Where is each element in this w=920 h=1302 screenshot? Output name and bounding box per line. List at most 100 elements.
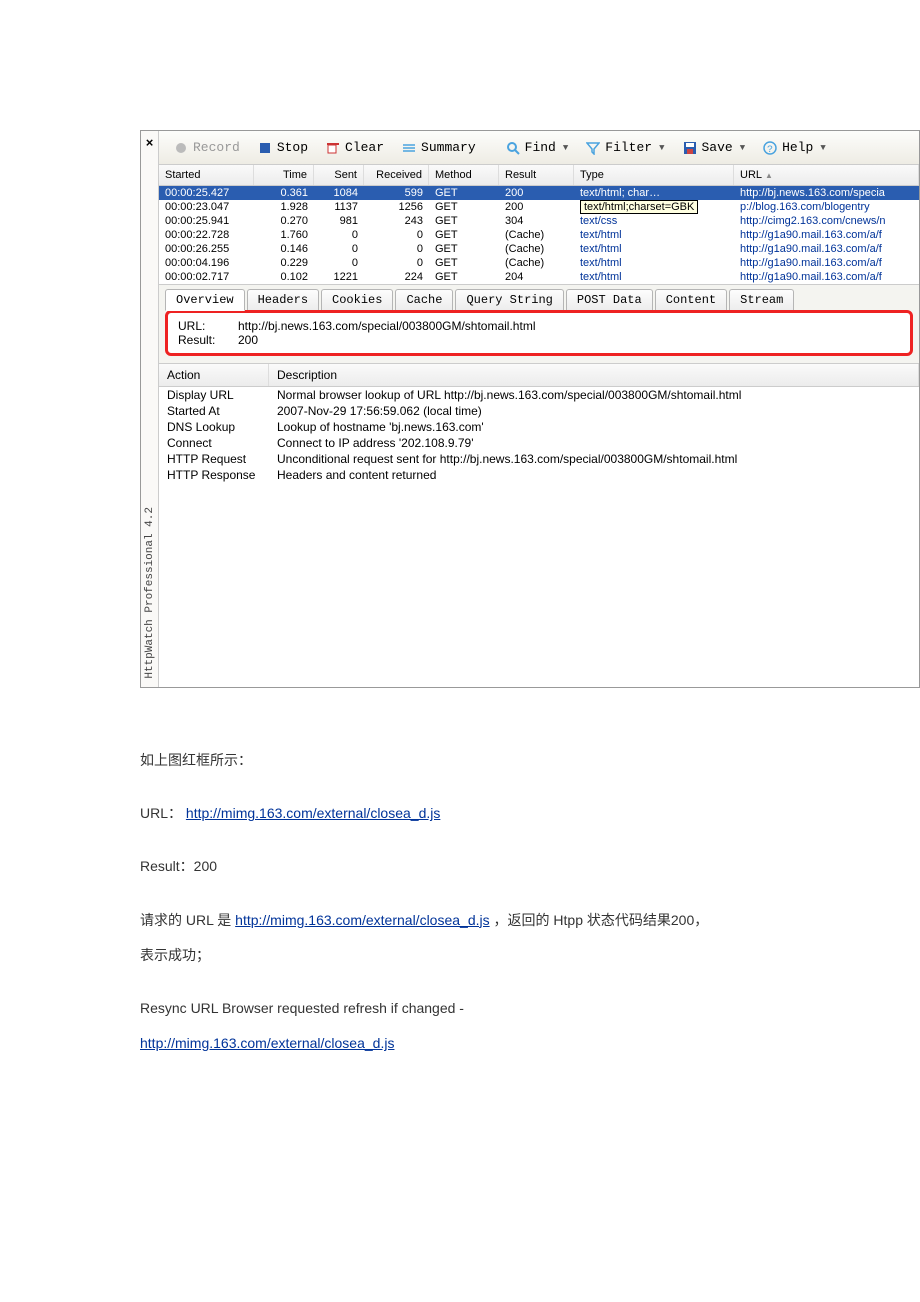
table-cell: GET — [429, 270, 499, 284]
summary-button[interactable]: Summary — [395, 137, 483, 158]
col-description[interactable]: Description — [269, 364, 919, 386]
col-sent[interactable]: Sent — [314, 165, 364, 185]
doc-p2-link[interactable]: http://mimg.163.com/external/closea_d.js — [186, 805, 440, 821]
col-received[interactable]: Received — [364, 165, 429, 185]
overview-detail-body: Display URLNormal browser lookup of URL … — [159, 387, 919, 687]
save-button[interactable]: Save ▼ — [676, 137, 753, 158]
stop-button[interactable]: Stop — [251, 137, 315, 158]
type-tooltip: text/html;charset=GBK — [580, 200, 698, 214]
find-button[interactable]: Find ▼ — [499, 137, 576, 158]
save-label: Save — [702, 140, 733, 155]
tab-stream[interactable]: Stream — [729, 289, 794, 311]
doc-p3: Result：200 — [140, 854, 840, 879]
tab-post-data[interactable]: POST Data — [566, 289, 653, 311]
record-label: Record — [193, 140, 240, 155]
table-cell: 304 — [499, 214, 574, 228]
help-button[interactable]: ? Help ▼ — [756, 137, 833, 158]
table-cell: 0.270 — [254, 214, 314, 228]
table-cell-url: http://g1a90.mail.163.com/a/f — [734, 270, 919, 284]
table-cell-type: text/html — [574, 270, 734, 284]
table-cell: 0.361 — [254, 186, 314, 200]
detail-action: Display URL — [159, 387, 269, 403]
table-cell: 0 — [314, 228, 364, 242]
table-cell: GET — [429, 228, 499, 242]
tab-cookies[interactable]: Cookies — [321, 289, 393, 311]
clear-button[interactable]: Clear — [319, 137, 391, 158]
detail-action: DNS Lookup — [159, 419, 269, 435]
col-started[interactable]: Started — [159, 165, 254, 185]
summary-label: Summary — [421, 140, 476, 155]
table-cell: GET — [429, 214, 499, 228]
doc-p4-prefix: 请求的 URL 是 — [140, 912, 235, 928]
table-cell: 00:00:02.717 — [159, 270, 254, 284]
tab-headers[interactable]: Headers — [247, 289, 319, 311]
table-row[interactable]: 00:00:23.0471.92811371256GET200text/html… — [159, 200, 919, 214]
side-gutter: × HttpWatch Professional 4.2 — [141, 131, 159, 687]
chevron-down-icon[interactable]: ▼ — [740, 143, 745, 153]
doc-p7-link[interactable]: http://mimg.163.com/external/closea_d.js — [140, 1035, 394, 1051]
chevron-down-icon[interactable]: ▼ — [820, 143, 825, 153]
col-method[interactable]: Method — [429, 165, 499, 185]
filter-button[interactable]: Filter ▼ — [579, 137, 671, 158]
col-time[interactable]: Time — [254, 165, 314, 185]
clear-label: Clear — [345, 140, 384, 155]
detail-action: HTTP Response — [159, 467, 269, 483]
tab-content[interactable]: Content — [655, 289, 727, 311]
table-row[interactable]: 00:00:04.1960.22900GET(Cache)text/htmlht… — [159, 256, 919, 270]
chevron-down-icon[interactable]: ▼ — [563, 143, 568, 153]
table-cell: 1256 — [364, 200, 429, 214]
find-icon — [506, 141, 520, 155]
table-cell: 00:00:22.728 — [159, 228, 254, 242]
detail-description: Normal browser lookup of URL http://bj.n… — [269, 387, 919, 403]
table-cell: 0 — [364, 242, 429, 256]
table-row[interactable]: 00:00:26.2550.14600GET(Cache)text/htmlht… — [159, 242, 919, 256]
table-row[interactable]: 00:00:22.7281.76000GET(Cache)text/htmlht… — [159, 228, 919, 242]
tab-overview[interactable]: Overview — [165, 289, 245, 311]
overview-summary-highlight: URL: http://bj.news.163.com/special/0038… — [165, 310, 913, 356]
table-cell: GET — [429, 200, 499, 214]
tab-query-string[interactable]: Query String — [455, 289, 563, 311]
table-cell: 0 — [364, 256, 429, 270]
col-result[interactable]: Result — [499, 165, 574, 185]
help-icon: ? — [763, 141, 777, 155]
table-cell: 0 — [314, 256, 364, 270]
table-cell: 0.146 — [254, 242, 314, 256]
table-row[interactable]: 00:00:02.7170.1021221224GET204text/htmlh… — [159, 270, 919, 284]
col-action[interactable]: Action — [159, 364, 269, 386]
table-cell: GET — [429, 186, 499, 200]
table-cell: GET — [429, 256, 499, 270]
table-cell-url: http://g1a90.mail.163.com/a/f — [734, 228, 919, 242]
table-row[interactable]: 00:00:25.4270.3611084599GET200text/html;… — [159, 186, 919, 200]
close-icon[interactable]: × — [146, 131, 154, 154]
table-cell: 1.928 — [254, 200, 314, 214]
stop-icon — [258, 141, 272, 155]
col-url[interactable]: URL▲ — [734, 165, 919, 185]
table-cell: GET — [429, 242, 499, 256]
doc-p4-link[interactable]: http://mimg.163.com/external/closea_d.js — [235, 912, 489, 928]
table-cell: 224 — [364, 270, 429, 284]
detail-row: Started At2007-Nov-29 17:56:59.062 (loca… — [159, 403, 919, 419]
doc-p1: 如上图红框所示： — [140, 748, 840, 773]
table-cell-url: http://g1a90.mail.163.com/a/f — [734, 242, 919, 256]
chevron-down-icon[interactable]: ▼ — [659, 143, 664, 153]
doc-p7: http://mimg.163.com/external/closea_d.js — [140, 1031, 840, 1056]
table-cell: 204 — [499, 270, 574, 284]
doc-p2: URL： http://mimg.163.com/external/closea… — [140, 801, 840, 826]
table-cell: 599 — [364, 186, 429, 200]
table-cell: 1084 — [314, 186, 364, 200]
table-cell: 00:00:23.047 — [159, 200, 254, 214]
detail-description: Headers and content returned — [269, 467, 919, 483]
table-row[interactable]: 00:00:25.9410.270981243GET304text/csshtt… — [159, 214, 919, 228]
record-button[interactable]: Record — [167, 137, 247, 158]
doc-p2-prefix: URL： — [140, 805, 186, 821]
svg-text:?: ? — [767, 145, 773, 155]
summary-result-value: 200 — [238, 333, 258, 347]
request-grid-body: 00:00:25.4270.3611084599GET200text/html;… — [159, 186, 919, 285]
clear-icon — [326, 141, 340, 155]
table-cell-url: http://cimg2.163.com/cnews/n — [734, 214, 919, 228]
col-type[interactable]: Type — [574, 165, 734, 185]
table-cell: 0 — [314, 242, 364, 256]
table-cell: 0 — [364, 228, 429, 242]
table-cell-type: text/html;charset=GBK — [574, 200, 734, 214]
tab-cache[interactable]: Cache — [395, 289, 453, 311]
